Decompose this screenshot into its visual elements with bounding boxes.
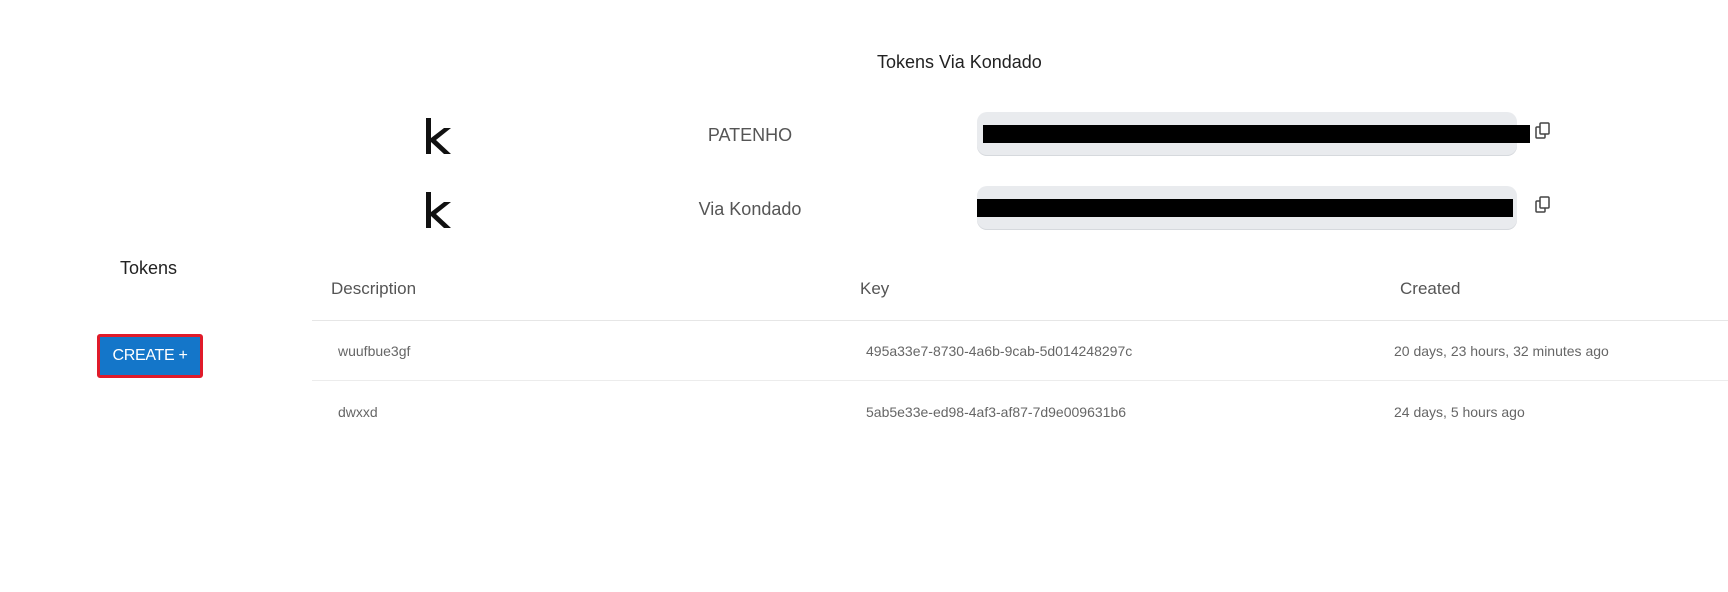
tokens-heading: Tokens [120, 258, 178, 278]
cell-key: 5ab5e33e-ed98-4af3-af87-7d9e009631b6 [866, 404, 1127, 420]
token-field[interactable] [977, 186, 1517, 230]
table-row[interactable]: wuufbue3gf 495a33e7-8730-4a6b-9cab-5d014… [312, 321, 1728, 381]
copy-icon[interactable] [1535, 196, 1551, 214]
kondado-k-logo-icon [426, 192, 451, 228]
table-row[interactable]: dwxxd 5ab5e33e-ed98-4af3-af87-7d9e009631… [312, 382, 1728, 442]
token-field[interactable] [977, 112, 1530, 156]
account-token-row: PATENHO [0, 112, 1728, 158]
create-token-button[interactable]: CREATE + [97, 334, 203, 378]
redacted-token [983, 125, 1530, 143]
account-name: Via Kondado [698, 199, 802, 219]
column-header-key: Key [860, 279, 890, 298]
cell-description: wuufbue3gf [338, 343, 411, 359]
cell-created: 20 days, 23 hours, 32 minutes ago [1394, 343, 1609, 359]
column-header-created: Created [1400, 279, 1461, 298]
account-name: PATENHO [707, 125, 793, 145]
page-title: Tokens Via Kondado [877, 52, 1042, 72]
cell-key: 495a33e7-8730-4a6b-9cab-5d014248297c [866, 343, 1133, 359]
cell-description: dwxxd [338, 404, 378, 420]
redacted-token [977, 199, 1513, 217]
page: Tokens Via Kondado PATENHO Via Kondado T… [0, 0, 1728, 592]
row-divider [312, 380, 1728, 381]
account-token-row: Via Kondado [0, 186, 1728, 232]
cell-created: 24 days, 5 hours ago [1394, 404, 1525, 420]
copy-icon[interactable] [1535, 122, 1551, 140]
kondado-k-logo-icon [426, 118, 451, 154]
column-header-description: Description [331, 279, 417, 298]
